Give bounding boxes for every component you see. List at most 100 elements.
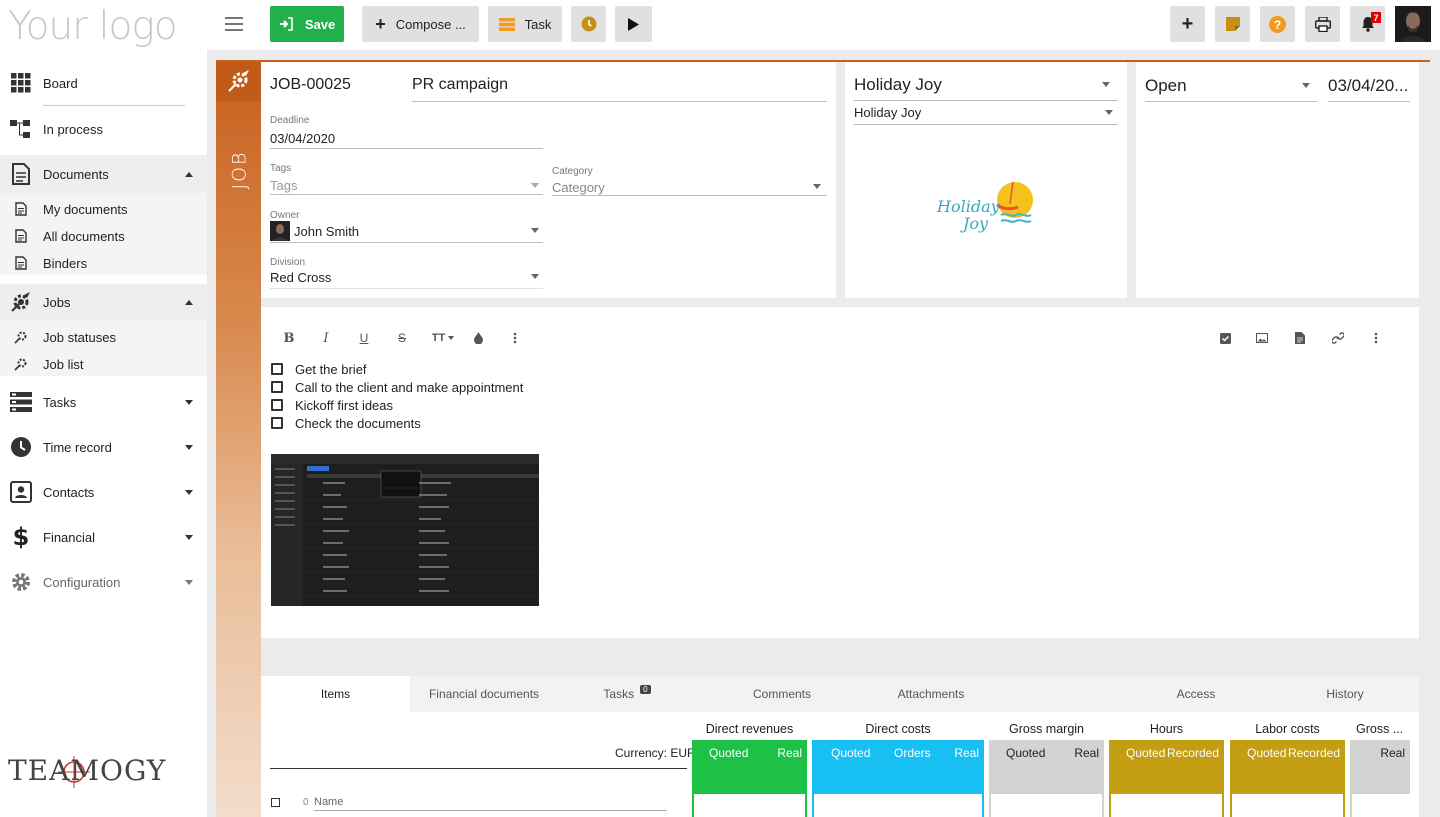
deadline-label: Deadline [270, 115, 310, 126]
subheader-real: Real [1074, 746, 1099, 760]
tab-attachments[interactable]: Attachments [859, 676, 1003, 712]
sidebar-item-in-process[interactable]: In process [0, 116, 207, 142]
tags-select[interactable]: Tags [270, 178, 297, 193]
image-icon[interactable] [1255, 331, 1269, 345]
subheader-real: Real [954, 746, 979, 760]
owner-label: Owner [270, 210, 300, 221]
tab-financial-documents[interactable]: Financial documents [410, 676, 558, 712]
sidebar-item-time-record[interactable]: Time record [0, 434, 207, 460]
hours-cell[interactable] [1109, 794, 1224, 817]
gross-margin-cell[interactable] [989, 794, 1104, 817]
owner-select[interactable]: John Smith [294, 224, 359, 239]
text-color-icon[interactable] [471, 331, 485, 345]
tab-comments[interactable]: Comments [710, 676, 854, 712]
subheader-real: Real [1380, 746, 1405, 760]
embedded-screenshot-image[interactable] [271, 454, 539, 606]
sidebar-item-documents[interactable]: Documents [0, 155, 207, 193]
plus-icon: + [1181, 12, 1194, 35]
sidebar-item-all-documents[interactable]: All documents [0, 225, 207, 247]
italic-icon[interactable]: I [319, 331, 333, 346]
document-small-icon [14, 229, 28, 243]
task-list-icon [498, 17, 515, 31]
client-logo: Holiday Joy [935, 177, 1040, 237]
sidebar-item-job-list[interactable]: Job list [0, 353, 207, 375]
division-select[interactable]: Red Cross [270, 270, 331, 285]
subheader-labor-costs: Quoted Recorded [1230, 740, 1345, 766]
sticky-note-button[interactable] [1215, 6, 1250, 42]
subheader-quoted: Quoted [831, 746, 871, 760]
select-all-checkbox[interactable] [271, 798, 280, 807]
task-button[interactable]: Task [488, 6, 562, 42]
sidebar-item-board[interactable]: Board [0, 70, 207, 96]
chevron-down-icon [185, 399, 193, 405]
status-date-field[interactable]: 03/04/20... [1328, 76, 1408, 96]
direct-costs-cell[interactable] [812, 794, 984, 817]
tasks-icon [10, 391, 32, 413]
font-size-icon[interactable]: TT [430, 331, 456, 345]
save-label: Save [304, 16, 336, 32]
job-number: JOB-00025 [270, 76, 351, 93]
contact-dropdown-icon[interactable] [1105, 110, 1113, 115]
print-button[interactable] [1305, 6, 1340, 42]
sidebar-item-tasks[interactable]: Tasks [0, 389, 207, 415]
client-select[interactable]: Holiday Joy [854, 75, 942, 95]
bold-icon[interactable]: B [282, 331, 296, 346]
dollar-icon: $ [12, 523, 30, 551]
tab-access[interactable]: Access [1124, 676, 1268, 712]
division-dropdown-icon[interactable] [531, 274, 539, 279]
gross-cell[interactable] [1350, 794, 1410, 817]
group-header-gross: Gross ... [1356, 722, 1404, 736]
strikethrough-icon[interactable]: S [395, 331, 409, 345]
category-dropdown-icon[interactable] [813, 184, 821, 189]
job-title-field[interactable]: PR campaign [412, 76, 508, 94]
help-button[interactable]: ? [1260, 6, 1295, 42]
client-contact-select[interactable]: Holiday Joy [854, 105, 921, 120]
tab-history[interactable]: History [1273, 676, 1417, 712]
checklist-checkbox[interactable] [271, 363, 283, 375]
tags-dropdown-icon[interactable] [531, 183, 539, 188]
chevron-down-icon [185, 534, 193, 540]
tab-items[interactable]: Items [261, 676, 410, 712]
underline-icon[interactable]: U [357, 331, 371, 345]
checkbox-insert-icon[interactable] [1218, 331, 1232, 345]
link-icon[interactable] [1331, 331, 1345, 345]
checklist-checkbox[interactable] [271, 417, 283, 429]
job-details-panel: JOB-00025 PR campaign Deadline 03/04/202… [261, 62, 836, 298]
compose-button[interactable]: + Compose ... [362, 6, 479, 42]
add-button[interactable]: + [1170, 6, 1205, 42]
sidebar-item-contacts[interactable]: Contacts [0, 479, 207, 505]
avatar[interactable] [1395, 6, 1431, 42]
client-dropdown-icon[interactable] [1102, 82, 1110, 87]
save-button[interactable]: Save [270, 6, 344, 42]
sidebar-item-my-documents[interactable]: My documents [0, 198, 207, 220]
status-select[interactable]: Open [1145, 76, 1187, 96]
status-panel: Open 03/04/20... [1136, 62, 1419, 298]
sidebar-item-configuration[interactable]: Configuration [0, 569, 207, 595]
play-button[interactable] [615, 6, 652, 42]
file-icon[interactable] [1293, 331, 1307, 345]
sidebar-item-binders[interactable]: Binders [0, 252, 207, 274]
hamburger-menu-icon[interactable] [225, 17, 243, 31]
sidebar-item-label: Financial [43, 529, 96, 545]
subheader-hours: Quoted Recorded [1109, 740, 1224, 766]
checklist-item: Kickoff first ideas [295, 398, 394, 413]
direct-revenues-cell[interactable] [692, 794, 807, 817]
sidebar-item-jobs[interactable]: Jobs [0, 284, 207, 320]
status-dropdown-icon[interactable] [1302, 83, 1310, 88]
sidebar-item-financial[interactable]: $ Financial [0, 523, 207, 551]
sidebar-item-job-statuses[interactable]: Job statuses [0, 326, 207, 348]
notifications-button[interactable]: 7 [1350, 6, 1385, 42]
subheader-real: Real [777, 746, 802, 760]
time-record-button[interactable] [571, 6, 606, 42]
owner-dropdown-icon[interactable] [531, 228, 539, 233]
sticky-note-icon [1225, 17, 1240, 31]
more-vertical-icon[interactable] [1369, 331, 1383, 345]
checklist-checkbox[interactable] [271, 381, 283, 393]
labor-costs-cell[interactable] [1230, 794, 1345, 817]
tab-tasks[interactable]: Tasks 0 [558, 676, 696, 712]
more-vertical-icon[interactable] [508, 331, 522, 345]
category-select[interactable]: Category [552, 180, 605, 195]
chevron-down-icon [185, 489, 193, 495]
checklist-checkbox[interactable] [271, 399, 283, 411]
deadline-field[interactable]: 03/04/2020 [270, 131, 335, 146]
